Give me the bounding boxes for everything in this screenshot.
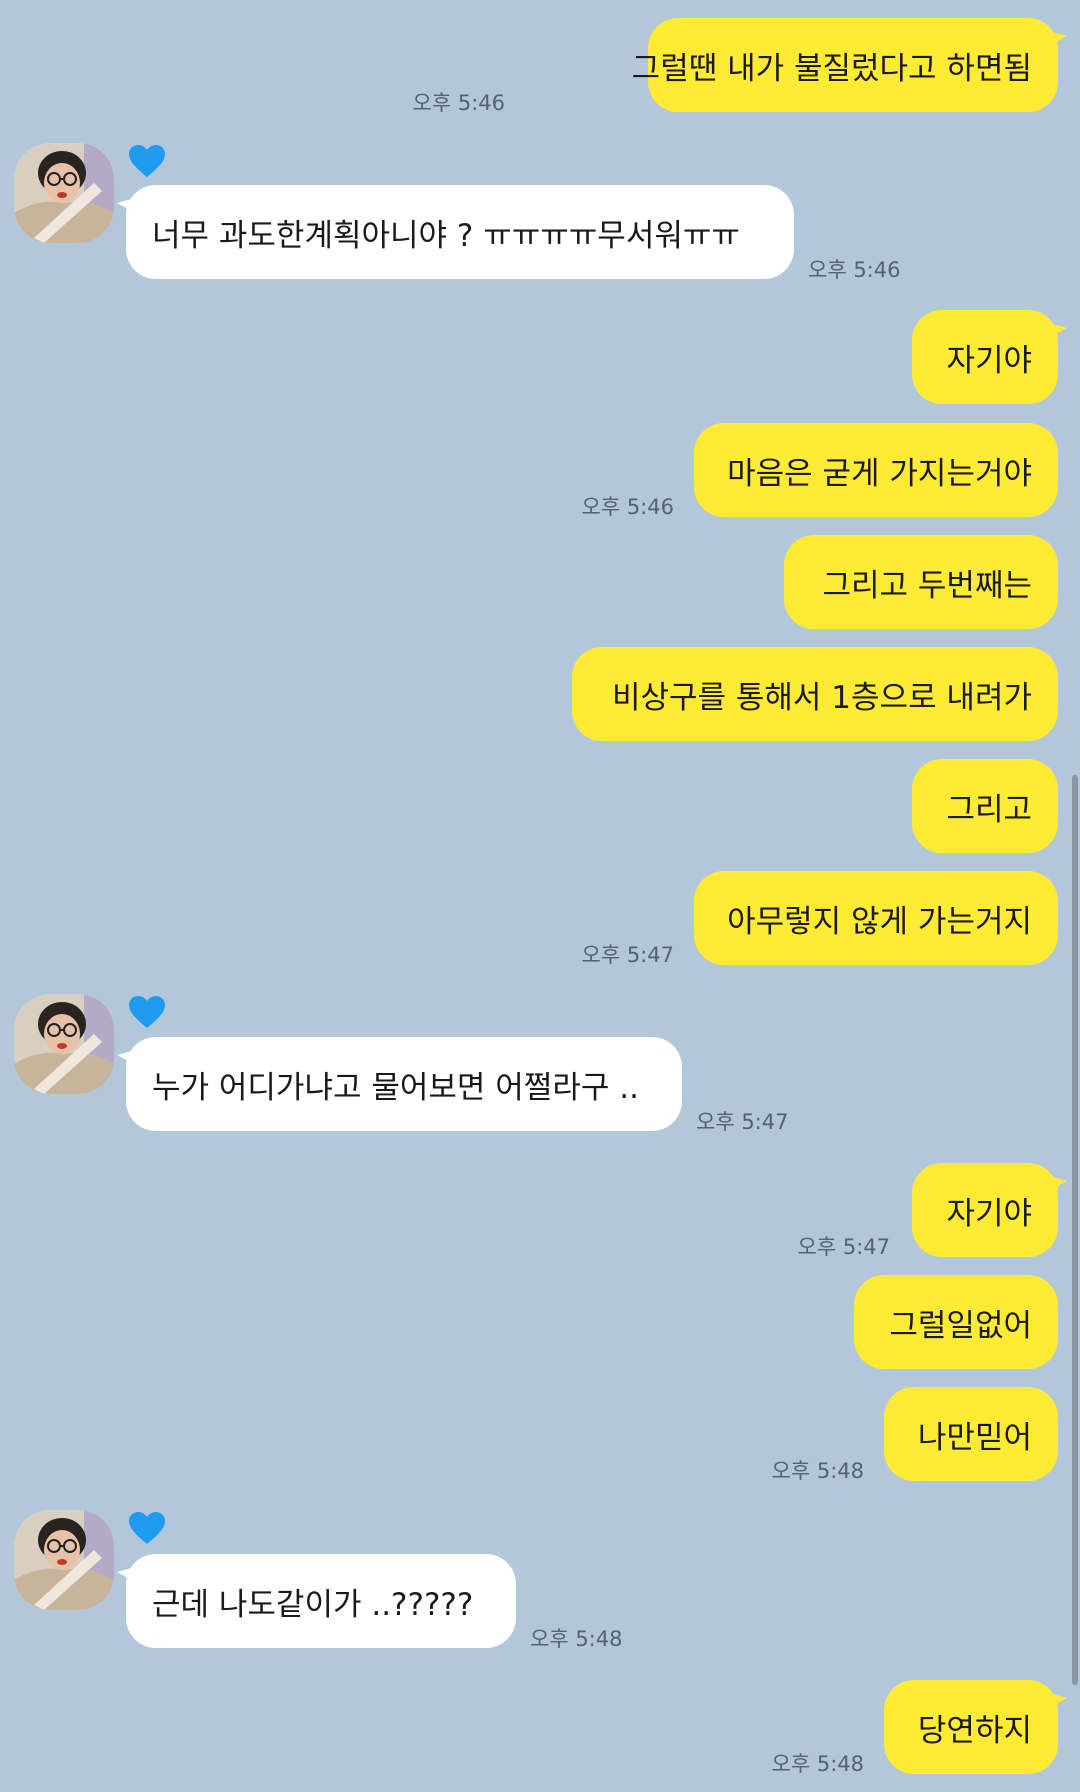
message-bubble-mine[interactable]: 자기야 [912,1163,1067,1257]
chat-area: 그럴땐 내가 불질렀다고 하면됨 오후 5:46 너무 과도한계획아니야 ? ㅠ… [0,0,1080,1792]
message-timestamp: 오후 5:47 [696,1110,789,1134]
message-timestamp: 오후 5:48 [771,1752,864,1776]
message-timestamp: 오후 5:47 [581,943,674,967]
blue-heart-icon [129,145,165,177]
message-bubble-mine[interactable]: 아무렇지 않게 가는거지 [694,871,1058,965]
message-timestamp: 오후 5:48 [530,1627,623,1651]
message-bubble-other[interactable]: 너무 과도한계획아니야 ? ㅠㅠㅠㅠ무서워ㅠㅠ [117,185,794,279]
message-bubble-mine[interactable]: 마음은 굳게 가지는거야 [694,423,1058,517]
message-timestamp: 오후 5:46 [808,258,901,282]
message-timestamp: 오후 5:48 [771,1459,864,1483]
message-timestamp: 오후 5:46 [412,91,505,115]
message-bubble-mine[interactable]: 그리고 [912,759,1058,853]
message-timestamp: 오후 5:47 [797,1235,890,1259]
message-timestamp: 오후 5:46 [581,495,674,519]
profile-avatar[interactable] [14,143,114,243]
profile-avatar[interactable] [14,994,114,1094]
message-bubble-mine[interactable]: 그럴일없어 [854,1275,1058,1369]
message-bubble-mine[interactable]: 비상구를 통해서 1층으로 내려가 [572,647,1058,741]
message-bubble-mine[interactable]: 자기야 [912,310,1067,404]
message-bubble-other[interactable]: 근데 나도같이가 ..????? [117,1554,516,1648]
message-bubble-other[interactable]: 누가 어디가냐고 물어보면 어쩔라구 .. [117,1037,682,1131]
profile-avatar[interactable] [14,1510,114,1610]
message-bubble-mine[interactable]: 나만믿어 [884,1387,1058,1481]
blue-heart-icon [129,996,165,1028]
blue-heart-icon [129,1512,165,1544]
message-bubble-mine[interactable]: 그럴땐 내가 불질렀다고 하면됨 [632,18,1067,112]
message-bubble-mine[interactable]: 당연하지 [884,1680,1067,1774]
scrollbar[interactable] [1072,775,1078,1685]
message-bubble-mine[interactable]: 그리고 두번째는 [784,535,1058,629]
